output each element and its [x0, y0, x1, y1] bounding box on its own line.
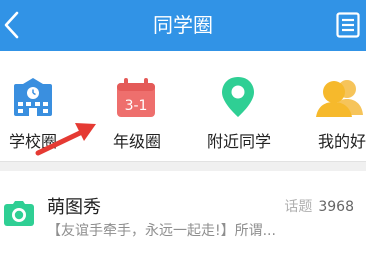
section-divider	[0, 161, 366, 162]
page-title: 同学圈	[153, 13, 213, 37]
calendar-icon-text: 3-1	[125, 98, 148, 114]
category-label-grade: 年级圈	[112, 132, 161, 151]
screen: 同学圈 学校圈 3-1 年级圈 附近同学 我的好 萌图秀 话题 3968 【友谊…	[0, 0, 366, 266]
calendar-3-1-icon: 3-1	[117, 78, 155, 117]
header-bar: 同学圈	[0, 0, 366, 51]
category-nearby-classmates[interactable]: 附近同学	[198, 51, 280, 161]
school-building-icon	[14, 78, 52, 116]
friends-icon	[316, 80, 363, 117]
topic-count-value: 3968	[318, 199, 354, 215]
category-bar: 学校圈 3-1 年级圈 附近同学 我的好	[0, 51, 366, 161]
category-label-nearby: 附近同学	[206, 132, 271, 151]
list-menu-icon	[336, 12, 360, 38]
location-pin-icon	[222, 77, 254, 117]
list-item[interactable]: 萌图秀 话题 3968 【友谊手牵手，永远一起走!】所谓...	[0, 171, 366, 266]
category-my-friends[interactable]: 我的好友	[300, 51, 366, 161]
category-label-school: 学校圈	[8, 132, 57, 151]
camera-icon	[4, 201, 34, 226]
topic-title: 萌图秀	[47, 197, 101, 218]
menu-button[interactable]	[326, 0, 366, 51]
topic-count-label: 话题	[284, 199, 313, 215]
topic-list: 萌图秀 话题 3968 【友谊手牵手，永远一起走!】所谓...	[0, 171, 366, 266]
topic-description: 【友谊手牵手，永远一起走!】所谓...	[47, 223, 276, 239]
category-school-circle[interactable]: 学校圈	[0, 51, 66, 161]
category-grade-circle[interactable]: 3-1 年级圈	[97, 51, 177, 161]
category-label-friends: 我的好友	[317, 132, 366, 151]
topic-count: 话题 3968	[284, 196, 354, 216]
